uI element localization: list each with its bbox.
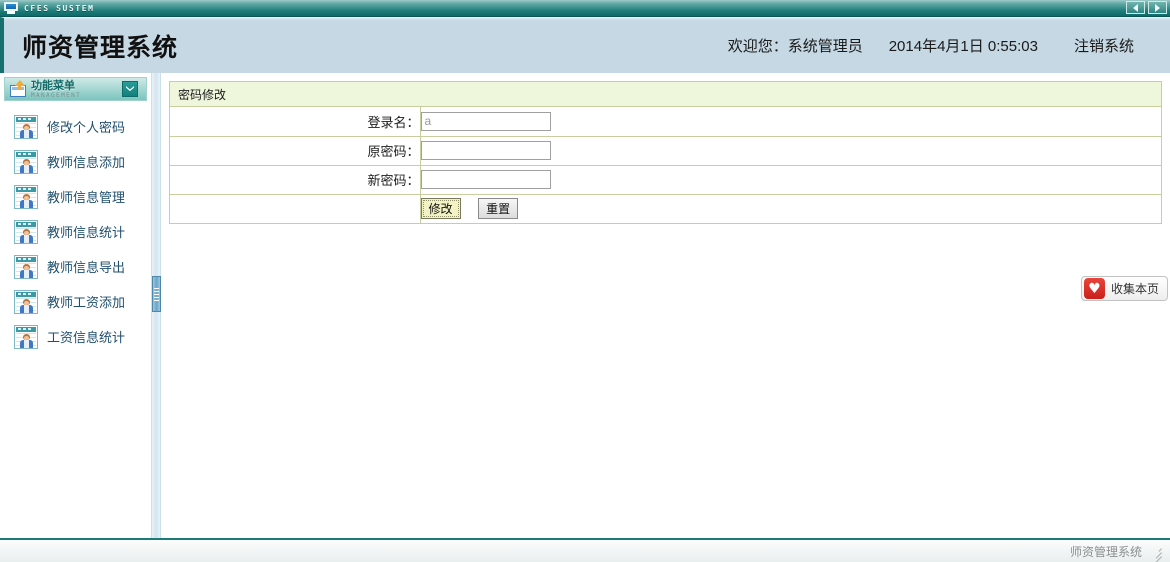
new-password-label: 新密码： xyxy=(170,165,421,195)
sidebar-item-label: 教师信息管理 xyxy=(47,191,126,206)
reset-button[interactable]: 重置 xyxy=(478,198,519,220)
collect-page-badge[interactable]: ♥ 收集本页 xyxy=(1080,276,1168,301)
id-card-person-icon xyxy=(14,114,38,139)
chevron-down-icon xyxy=(126,86,134,92)
body-area: 功能菜单 MANAGEMENT 修改个人密码 教师信息添加 教师信息管理 教师信… xyxy=(0,73,1170,538)
collect-page-label: 收集本页 xyxy=(1110,282,1159,296)
password-form: 登录名： 原密码： 新密码： xyxy=(170,107,1161,223)
sidebar-item-label: 工资信息统计 xyxy=(47,331,126,346)
menu-collapse-button[interactable] xyxy=(122,81,138,97)
new-password-input[interactable] xyxy=(420,170,551,189)
app-title: CFES SUSTEM xyxy=(24,3,95,13)
main-content: 密码修改 登录名： 原密码： 新密码 xyxy=(161,73,1170,538)
sidebar-item-label: 修改个人密码 xyxy=(47,121,126,136)
sidebar-item-teacher-manage[interactable]: 教师信息管理 xyxy=(0,179,151,214)
datetime-text: 2014年4月1日 0:55:03 xyxy=(888,38,1038,55)
id-card-person-icon xyxy=(14,289,38,314)
status-bar: 师资管理系统 xyxy=(0,538,1170,562)
chevron-left-icon xyxy=(1133,3,1138,12)
sidebar-item-label: 教师信息统计 xyxy=(47,226,126,241)
nav-back-button[interactable] xyxy=(1126,1,1145,14)
nav-forward-button[interactable] xyxy=(1148,1,1167,14)
id-card-person-icon xyxy=(14,254,38,279)
menu-list: 修改个人密码 教师信息添加 教师信息管理 教师信息统计 教师信息导出 教师工资添… xyxy=(0,101,151,354)
login-name-input[interactable] xyxy=(420,111,551,131)
actions-spacer xyxy=(170,194,421,223)
sidebar: 功能菜单 MANAGEMENT 修改个人密码 教师信息添加 教师信息管理 教师信… xyxy=(0,73,152,538)
header-user-area: 欢迎您：系统管理员 2014年4月1日 0:55:03 注销系统 xyxy=(728,35,1170,56)
menu-subtitle: MANAGEMENT xyxy=(31,91,82,99)
old-password-input[interactable] xyxy=(420,141,551,160)
id-card-person-icon xyxy=(14,324,38,349)
panel-title: 密码修改 xyxy=(170,82,1161,107)
logout-link[interactable]: 注销系统 xyxy=(1074,35,1134,56)
page-header: 师资管理系统 欢迎您：系统管理员 2014年4月1日 0:55:03 注销系统 xyxy=(0,17,1170,73)
password-change-panel: 密码修改 登录名： 原密码： 新密码 xyxy=(169,81,1162,224)
id-card-person-icon xyxy=(14,219,38,244)
form-row: 原密码： xyxy=(170,136,1161,166)
form-actions-row: 修改 重置 xyxy=(170,194,1161,223)
sidebar-item-teacher-export[interactable]: 教师信息导出 xyxy=(0,249,151,284)
sidebar-item-teacher-stats[interactable]: 教师信息统计 xyxy=(0,214,151,249)
sidebar-splitter[interactable] xyxy=(152,73,161,538)
sidebar-item-label: 教师工资添加 xyxy=(47,296,126,311)
menu-title: 功能菜单 xyxy=(31,78,75,92)
sidebar-item-label: 教师信息添加 xyxy=(47,156,126,171)
sidebar-item-teacher-add[interactable]: 教师信息添加 xyxy=(0,144,151,179)
application-window: CFES SUSTEM 师资管理系统 欢迎您：系统管理员 2014年4月1日 0… xyxy=(0,0,1170,562)
form-row: 登录名： xyxy=(170,107,1161,137)
sidebar-item-salary-stats[interactable]: 工资信息统计 xyxy=(0,319,151,354)
title-bar: CFES SUSTEM xyxy=(0,0,1170,17)
menu-header: 功能菜单 MANAGEMENT xyxy=(4,77,147,101)
monitor-icon xyxy=(4,2,18,14)
id-card-person-icon xyxy=(14,149,38,174)
form-row: 新密码： xyxy=(170,165,1161,195)
sidebar-item-label: 教师信息导出 xyxy=(47,261,126,276)
resize-grip-icon[interactable] xyxy=(1150,545,1162,562)
titlebar-nav xyxy=(1126,1,1167,14)
sidebar-item-change-password[interactable]: 修改个人密码 xyxy=(0,109,151,144)
submit-button[interactable]: 修改 xyxy=(420,198,461,220)
chevron-right-icon xyxy=(1155,3,1160,12)
heart-icon: ♥ xyxy=(1083,278,1105,299)
old-password-label: 原密码： xyxy=(170,136,421,166)
splitter-grip[interactable] xyxy=(152,276,161,312)
id-card-person-icon xyxy=(14,184,38,209)
login-name-label: 登录名： xyxy=(170,107,421,137)
page-title: 师资管理系统 xyxy=(22,32,179,62)
welcome-text: 欢迎您：系统管理员 xyxy=(727,38,863,55)
menu-upload-icon xyxy=(9,80,27,98)
status-bar-text: 师资管理系统 xyxy=(1069,544,1142,559)
sidebar-item-salary-add[interactable]: 教师工资添加 xyxy=(0,284,151,319)
